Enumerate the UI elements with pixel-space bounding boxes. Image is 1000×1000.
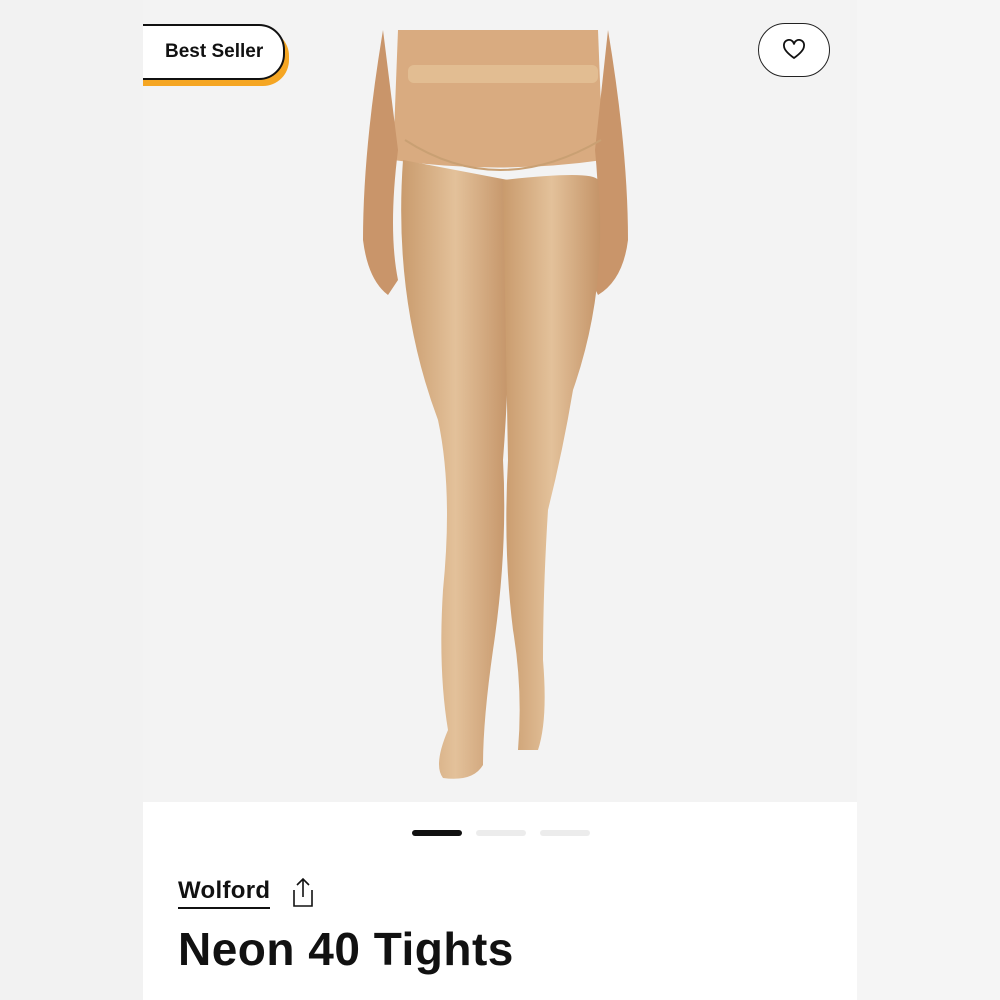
product-image — [363, 30, 628, 779]
heart-icon — [783, 39, 805, 59]
product-card: Best Seller Wolford Neon 40 Tights — [143, 0, 857, 1000]
background-right — [857, 0, 1000, 1000]
carousel-indicator — [412, 830, 590, 836]
brand-row: Wolford — [178, 876, 318, 910]
carousel-dot-3[interactable] — [540, 830, 590, 836]
share-button[interactable] — [288, 876, 318, 910]
badge-label: Best Seller — [165, 41, 264, 62]
brand-link[interactable]: Wolford — [178, 877, 271, 909]
product-title: Neon 40 Tights — [178, 923, 514, 975]
background-left — [0, 0, 143, 1000]
share-icon — [293, 877, 314, 907]
carousel-dot-1[interactable] — [412, 830, 462, 836]
best-seller-badge: Best Seller — [143, 24, 286, 80]
carousel-dot-2[interactable] — [476, 830, 526, 836]
product-image-area[interactable]: Best Seller — [143, 0, 857, 802]
favorite-button[interactable] — [758, 23, 830, 77]
